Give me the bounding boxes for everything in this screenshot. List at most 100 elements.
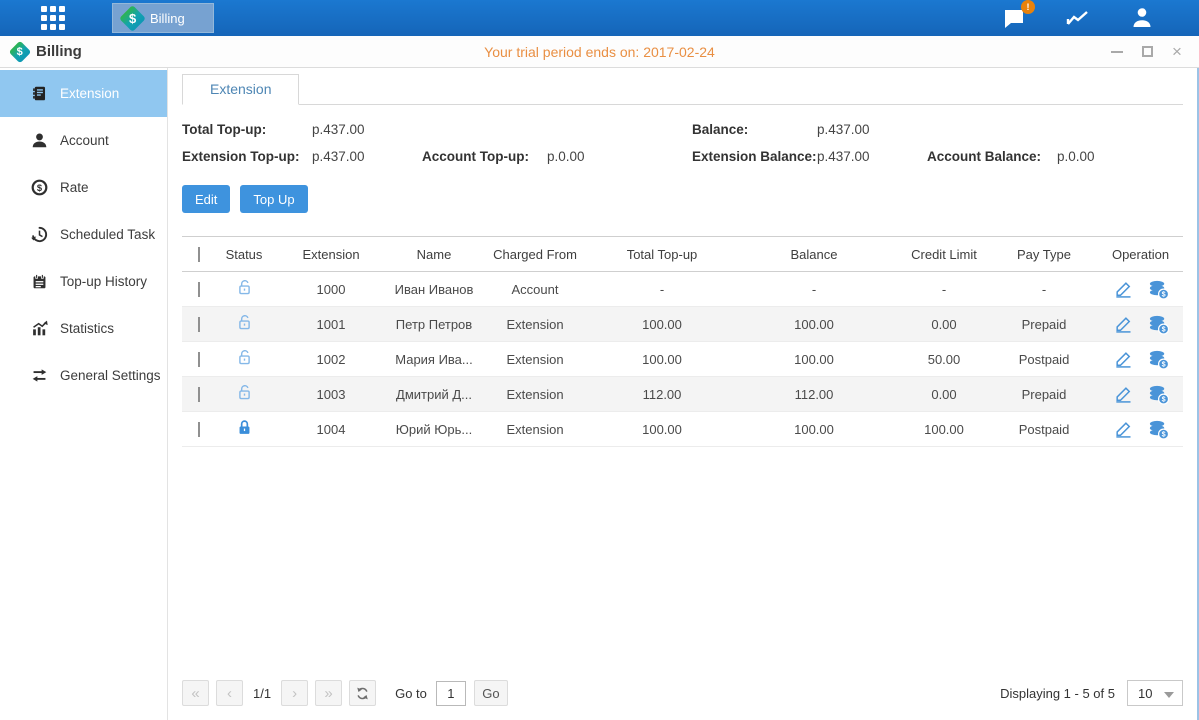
- close-button[interactable]: ×: [1169, 44, 1185, 60]
- cell-pay-type: Postpaid: [992, 352, 1096, 367]
- cell-charged-from: Account: [478, 282, 592, 297]
- row-checkbox[interactable]: [198, 352, 200, 367]
- user-account-icon[interactable]: [1129, 6, 1155, 30]
- col-balance: Balance: [732, 247, 896, 262]
- balance-label: Balance:: [692, 122, 817, 137]
- cell-extension: 1002: [272, 352, 390, 367]
- col-pay-type: Pay Type: [992, 247, 1096, 262]
- edit-row-icon[interactable]: [1113, 279, 1133, 299]
- col-extension: Extension: [272, 247, 390, 262]
- taskbar-tab-billing[interactable]: $ Billing: [112, 3, 214, 33]
- top-up-button[interactable]: Top Up: [240, 185, 307, 213]
- cell-charged-from: Extension: [478, 317, 592, 332]
- total-top-up-value: p.437.00: [312, 122, 422, 137]
- app-grid-icon[interactable]: [38, 3, 68, 33]
- extension-icon: [31, 85, 48, 102]
- go-to-page-input[interactable]: [436, 681, 466, 706]
- select-all-checkbox[interactable]: [198, 247, 200, 262]
- rate-icon: $: [31, 179, 48, 196]
- top-up-row-icon[interactable]: $: [1148, 279, 1169, 300]
- sidebar-item-label: General Settings: [60, 368, 161, 383]
- notification-badge: !: [1021, 0, 1035, 14]
- edit-row-icon[interactable]: [1113, 419, 1133, 439]
- top-up-row-icon[interactable]: $: [1148, 419, 1169, 440]
- cell-extension: 1001: [272, 317, 390, 332]
- tab-strip: Extension: [182, 74, 1183, 105]
- first-page-button[interactable]: «: [182, 680, 209, 706]
- table-body: 1000 Иван Иванов Account - - - - $: [182, 272, 1183, 447]
- maximize-button[interactable]: [1139, 44, 1155, 60]
- col-status: Status: [216, 247, 272, 262]
- sidebar-item-label: Rate: [60, 180, 89, 195]
- row-checkbox[interactable]: [198, 387, 200, 402]
- edit-row-icon[interactable]: [1113, 314, 1133, 334]
- prev-page-button[interactable]: ‹: [216, 680, 243, 706]
- cell-credit-limit: 100.00: [896, 422, 992, 437]
- refresh-icon: [355, 686, 370, 701]
- row-checkbox[interactable]: [198, 317, 200, 332]
- edit-row-icon[interactable]: [1113, 384, 1133, 404]
- messages-icon[interactable]: !: [1001, 6, 1027, 30]
- go-button[interactable]: Go: [474, 680, 508, 706]
- cell-name: Мария Ива...: [390, 352, 478, 367]
- sidebar-item-account[interactable]: Account: [0, 117, 167, 164]
- table-row: 1001 Петр Петров Extension 100.00 100.00…: [182, 307, 1183, 342]
- page-size-select[interactable]: 10: [1127, 680, 1183, 706]
- sidebar-item-rate[interactable]: $ Rate: [0, 164, 167, 211]
- account-balance-value: p.0.00: [1057, 149, 1183, 164]
- unlocked-status-icon: [236, 349, 253, 366]
- tab-extension[interactable]: Extension: [182, 74, 299, 105]
- cell-balance: 100.00: [732, 422, 896, 437]
- cell-pay-type: Prepaid: [992, 317, 1096, 332]
- statistics-icon: [31, 320, 48, 337]
- statistics-chart-icon[interactable]: [1065, 6, 1091, 30]
- trial-notice: Your trial period ends on: 2017-02-24: [0, 44, 1199, 60]
- general-settings-icon: [31, 367, 48, 384]
- cell-name: Юрий Юрь...: [390, 422, 478, 437]
- extension-balance-value: p.437.00: [817, 149, 927, 164]
- row-checkbox[interactable]: [198, 282, 200, 297]
- sidebar-item-statistics[interactable]: Statistics: [0, 305, 167, 352]
- cell-balance: 100.00: [732, 352, 896, 367]
- sidebar-item-label: Top-up History: [60, 274, 147, 289]
- table-row: 1000 Иван Иванов Account - - - - $: [182, 272, 1183, 307]
- edit-button[interactable]: Edit: [182, 185, 230, 213]
- window-titlebar: $ Billing Your trial period ends on: 201…: [0, 36, 1199, 68]
- cell-credit-limit: -: [896, 282, 992, 297]
- last-page-button[interactable]: »: [315, 680, 342, 706]
- sidebar-item-general-settings[interactable]: General Settings: [0, 352, 167, 399]
- minimize-button[interactable]: [1109, 44, 1125, 60]
- cell-pay-type: Postpaid: [992, 422, 1096, 437]
- top-up-row-icon[interactable]: $: [1148, 314, 1169, 335]
- top-up-row-icon[interactable]: $: [1148, 349, 1169, 370]
- table-header-row: Status Extension Name Charged From Total…: [182, 236, 1183, 272]
- edit-row-icon[interactable]: [1113, 349, 1133, 369]
- sidebar-item-extension[interactable]: Extension: [0, 70, 167, 117]
- svg-text:$: $: [1161, 430, 1165, 438]
- page-indicator: 1/1: [253, 686, 271, 701]
- sidebar-item-top-up-history[interactable]: Top-up History: [0, 258, 167, 305]
- cell-extension: 1004: [272, 422, 390, 437]
- unlocked-status-icon: [236, 384, 253, 401]
- top-up-row-icon[interactable]: $: [1148, 384, 1169, 405]
- svg-text:$: $: [1161, 290, 1165, 298]
- col-total-top-up: Total Top-up: [592, 247, 732, 262]
- row-checkbox[interactable]: [198, 422, 200, 437]
- sidebar: Extension Account $ Rate Scheduled Task …: [0, 68, 168, 720]
- col-credit-limit: Credit Limit: [896, 247, 992, 262]
- page-size-value: 10: [1138, 686, 1152, 701]
- refresh-button[interactable]: [349, 680, 376, 706]
- account-icon: [31, 132, 48, 149]
- sidebar-item-scheduled-task[interactable]: Scheduled Task: [0, 211, 167, 258]
- table-row: 1004 Юрий Юрь... Extension 100.00 100.00…: [182, 412, 1183, 447]
- col-name: Name: [390, 247, 478, 262]
- cell-extension: 1003: [272, 387, 390, 402]
- extension-table: Status Extension Name Charged From Total…: [182, 236, 1183, 447]
- svg-text:$: $: [1161, 325, 1165, 333]
- next-page-button[interactable]: ›: [281, 680, 308, 706]
- billing-window-icon: $: [9, 40, 32, 63]
- balance-value: p.437.00: [817, 122, 927, 137]
- extension-top-up-value: p.437.00: [312, 149, 422, 164]
- account-top-up-label: Account Top-up:: [422, 149, 547, 164]
- billing-app-icon: $: [119, 5, 146, 32]
